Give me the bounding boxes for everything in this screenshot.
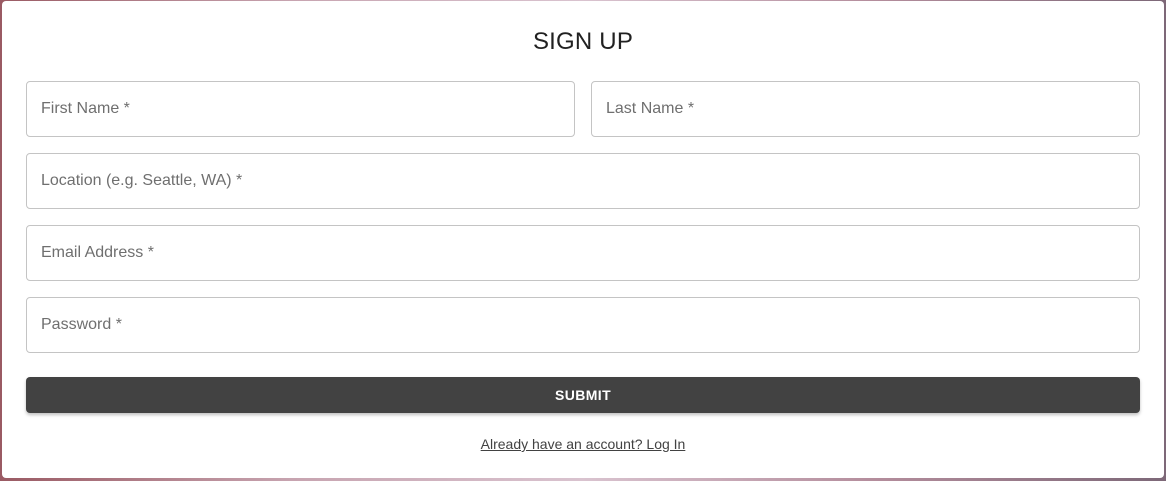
password-input[interactable] bbox=[27, 298, 1139, 352]
email-input[interactable] bbox=[27, 226, 1139, 280]
page-title: SIGN UP bbox=[532, 28, 634, 55]
password-field[interactable] bbox=[26, 297, 1140, 353]
login-link[interactable]: Already have an account? Log In bbox=[481, 436, 686, 452]
last-name-input[interactable] bbox=[592, 82, 1139, 136]
first-name-input[interactable] bbox=[27, 82, 574, 136]
signup-card: SIGN UP SUBMIT Already have an account? … bbox=[2, 1, 1164, 478]
submit-button[interactable]: SUBMIT bbox=[26, 377, 1140, 413]
location-input[interactable] bbox=[27, 154, 1139, 208]
location-field[interactable] bbox=[26, 153, 1140, 209]
first-name-field[interactable] bbox=[26, 81, 575, 137]
email-field[interactable] bbox=[26, 225, 1140, 281]
last-name-field[interactable] bbox=[591, 81, 1140, 137]
login-link-container: Already have an account? Log In bbox=[2, 436, 1164, 452]
